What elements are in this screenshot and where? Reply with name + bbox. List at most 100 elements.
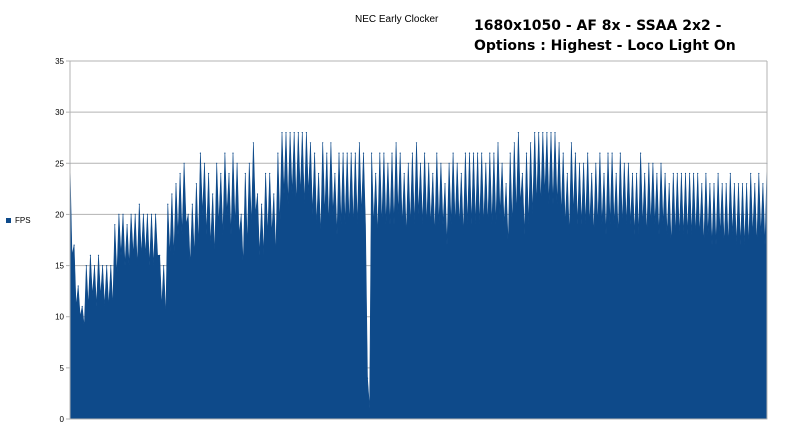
data-point <box>167 203 169 205</box>
data-point <box>293 132 295 134</box>
data-point <box>81 305 83 308</box>
data-point <box>603 172 605 175</box>
data-point <box>583 162 585 164</box>
data-point <box>301 132 303 134</box>
data-point <box>216 162 218 164</box>
data-point <box>371 152 373 154</box>
data-point <box>297 132 299 134</box>
data-point <box>236 162 238 164</box>
data-point <box>701 183 703 185</box>
data-point <box>232 152 234 154</box>
y-tick-label: 30 <box>55 108 64 117</box>
data-point <box>114 224 116 226</box>
data-point <box>746 183 748 185</box>
data-point <box>505 183 507 185</box>
data-point <box>550 132 552 134</box>
data-point <box>419 162 422 164</box>
data-point <box>697 172 699 175</box>
data-point <box>346 152 348 154</box>
data-point <box>326 152 328 154</box>
y-tick-label: 35 <box>55 57 64 66</box>
data-point <box>122 213 124 215</box>
data-point <box>444 183 446 185</box>
data-point <box>750 172 752 175</box>
data-point <box>452 152 454 154</box>
data-point <box>754 183 756 185</box>
data-point <box>627 162 630 164</box>
data-point <box>415 142 418 144</box>
data-point <box>314 152 316 154</box>
data-point <box>591 172 593 175</box>
data-point <box>619 152 621 154</box>
data-point <box>403 172 405 175</box>
data-point <box>680 172 683 175</box>
y-tick-label: 10 <box>55 313 64 322</box>
data-point <box>709 183 711 185</box>
data-point <box>334 172 336 175</box>
data-point <box>729 172 731 175</box>
data-point <box>208 172 210 175</box>
data-point <box>542 132 544 134</box>
data-point <box>570 142 573 144</box>
data-point <box>199 152 201 154</box>
data-point <box>85 265 87 267</box>
data-point <box>456 162 458 164</box>
data-point <box>587 152 589 154</box>
data-point <box>175 183 177 185</box>
legend: FPS <box>6 216 31 225</box>
data-point <box>362 152 365 154</box>
data-point <box>338 152 340 154</box>
y-tick-label: 15 <box>55 262 64 271</box>
data-point <box>195 183 197 185</box>
data-point <box>485 162 487 164</box>
data-point <box>481 152 483 154</box>
data-point <box>187 213 189 215</box>
data-point <box>277 152 279 154</box>
data-point <box>322 142 324 144</box>
data-point <box>758 172 760 175</box>
data-point <box>713 183 715 185</box>
data-point <box>97 254 100 256</box>
data-point <box>436 152 438 154</box>
data-point <box>212 193 214 195</box>
data-point <box>538 132 540 134</box>
data-point <box>737 183 740 185</box>
data-point <box>354 152 356 154</box>
data-point <box>375 172 377 175</box>
data-point <box>228 172 230 175</box>
fps-series-layer <box>69 132 768 420</box>
data-point <box>391 152 393 154</box>
legend-label-fps: FPS <box>15 216 31 225</box>
data-point <box>562 152 564 154</box>
data-point <box>428 162 430 164</box>
data-point <box>93 265 96 267</box>
data-point <box>126 224 128 226</box>
data-point <box>203 162 206 164</box>
data-point <box>741 183 744 185</box>
data-point <box>623 162 625 164</box>
data-point <box>664 172 666 175</box>
data-point <box>558 142 560 144</box>
data-point <box>289 132 291 134</box>
data-point <box>525 152 528 154</box>
data-point <box>269 172 271 175</box>
data-point <box>102 265 104 267</box>
data-point <box>599 152 601 154</box>
data-point <box>644 172 646 175</box>
data-point <box>146 213 148 215</box>
data-point <box>717 172 719 175</box>
data-point <box>631 172 634 175</box>
data-point <box>660 162 662 164</box>
data-point <box>350 152 352 154</box>
data-point <box>150 213 153 215</box>
data-point <box>648 162 650 164</box>
y-tick-label: 0 <box>60 415 65 424</box>
data-point <box>411 152 413 154</box>
data-point <box>281 132 283 134</box>
data-point <box>468 152 471 154</box>
data-point <box>689 172 691 175</box>
data-point <box>530 142 532 144</box>
data-point <box>191 203 193 205</box>
series-area-fps <box>69 132 768 420</box>
data-point <box>89 254 91 256</box>
